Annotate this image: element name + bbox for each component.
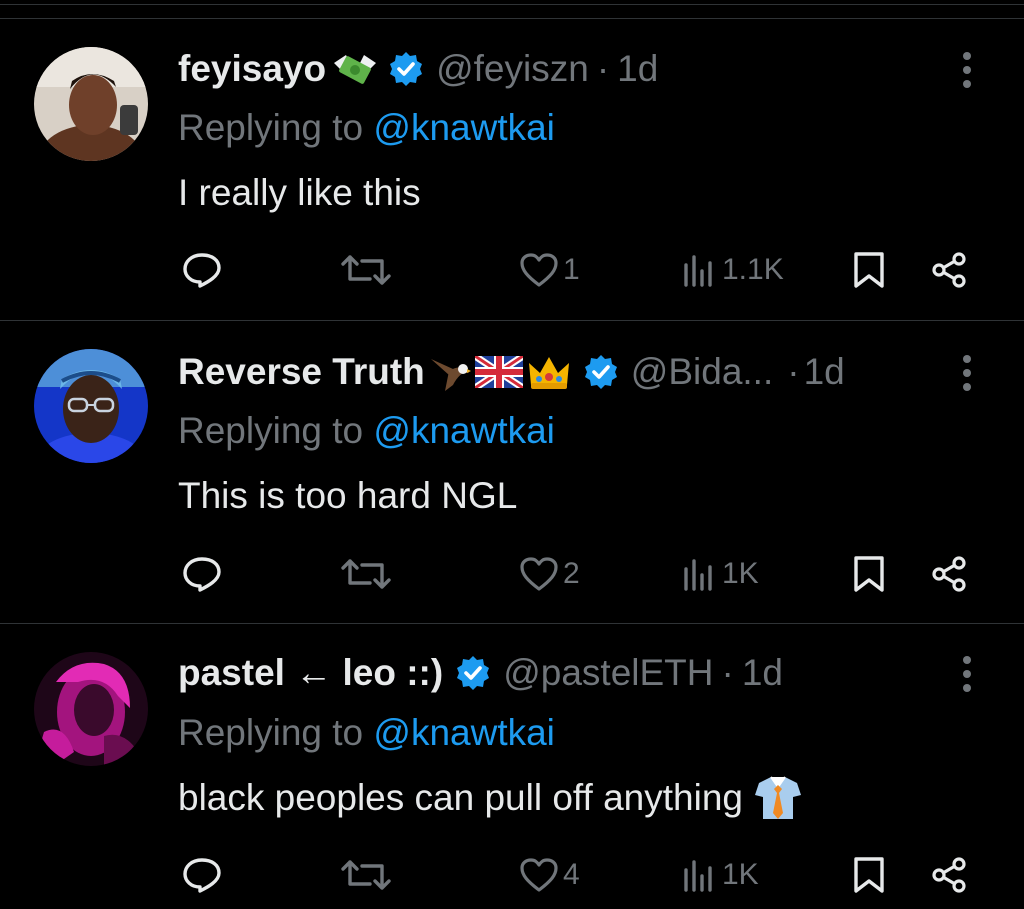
reply-mention-link[interactable]: @knawtkai [373, 107, 555, 148]
reply-tweet-3[interactable]: pastel ← leo ::) @pastelETH · 1d Replyin… [0, 624, 1024, 909]
action-bar: 2 1K [0, 549, 1024, 599]
heart-icon [520, 858, 558, 892]
verified-badge-icon [583, 354, 619, 390]
retweet-button[interactable] [340, 850, 392, 900]
retweet-icon [341, 559, 391, 589]
share-button[interactable] [930, 549, 968, 599]
separator-dot: · [596, 48, 610, 89]
views-icon [684, 559, 712, 591]
avatar[interactable] [34, 652, 148, 766]
reply-tweet-1[interactable]: feyisayo @feyiszn · 1d Replying to @knaw… [0, 0, 1024, 320]
tweet-text: This is too hard NGL [178, 471, 517, 521]
reply-icon [183, 253, 221, 288]
like-button[interactable]: 1 [519, 245, 580, 295]
tweet-header: pastel ← leo ::) @pastelETH · 1d [178, 648, 783, 698]
views-button[interactable]: 1K [682, 549, 759, 599]
tweet-body: This is too hard NGL [178, 475, 518, 516]
share-icon [932, 857, 966, 893]
separator-dot: · [787, 351, 800, 392]
more-options-button[interactable] [952, 353, 982, 393]
reply-icon [183, 858, 221, 893]
timestamp[interactable]: 1d [742, 648, 783, 698]
replying-prefix: Replying to [178, 712, 374, 753]
user-handle[interactable]: @feyiszn [436, 44, 589, 94]
tweet-header: Reverse Truth @Bida... · 1d [178, 347, 845, 397]
views-icon [684, 255, 712, 287]
avatar[interactable] [34, 47, 148, 161]
replying-prefix: Replying to [178, 410, 374, 451]
reply-mention-link[interactable]: @knawtkai [373, 410, 555, 451]
bookmark-icon [854, 252, 884, 288]
replying-to-line: Replying to @knawtkai [178, 708, 555, 758]
share-icon [932, 252, 966, 288]
reply-icon [183, 557, 221, 592]
view-count: 1K [722, 557, 759, 590]
crown-icon [527, 353, 571, 391]
display-name[interactable]: pastel ← leo ::) [178, 648, 443, 698]
share-button[interactable] [930, 245, 968, 295]
more-options-button[interactable] [952, 50, 982, 90]
bookmark-icon [854, 556, 884, 592]
timestamp[interactable]: 1d [617, 44, 658, 94]
views-button[interactable]: 1K [682, 850, 759, 900]
replying-prefix: Replying to [178, 107, 374, 148]
like-count: 1 [563, 253, 580, 286]
verified-badge-icon [455, 655, 491, 691]
like-count: 2 [563, 557, 580, 590]
bookmark-button[interactable] [852, 850, 886, 900]
display-name[interactable]: Reverse Truth [178, 347, 425, 397]
share-icon [932, 556, 966, 592]
user-handle[interactable]: @pastelETH [503, 648, 713, 698]
bookmark-button[interactable] [852, 549, 886, 599]
bookmark-button[interactable] [852, 245, 886, 295]
view-count: 1.1K [722, 253, 784, 286]
more-icon [963, 52, 971, 88]
views-icon [684, 860, 712, 892]
tweet-body: I really like this [178, 172, 421, 213]
eagle-icon [427, 351, 471, 393]
timestamp[interactable]: 1d [804, 347, 845, 397]
more-icon [963, 355, 971, 391]
reply-mention-link[interactable]: @knawtkai [373, 712, 555, 753]
retweet-button[interactable] [340, 245, 392, 295]
view-count: 1K [722, 858, 759, 891]
retweet-icon [341, 860, 391, 890]
tweet-body: black peoples can pull off anything [178, 777, 743, 818]
retweet-button[interactable] [340, 549, 392, 599]
replying-to-line: Replying to @knawtkai [178, 103, 555, 153]
action-bar: 1 1.1K [0, 245, 1024, 295]
more-options-button[interactable] [952, 654, 982, 694]
like-button[interactable]: 2 [519, 549, 580, 599]
money-with-wings-icon [332, 49, 378, 89]
tweet-text: I really like this [178, 168, 421, 218]
like-count: 4 [563, 858, 580, 891]
display-name[interactable]: feyisayo [178, 44, 326, 94]
avatar[interactable] [34, 349, 148, 463]
like-button[interactable]: 4 [519, 850, 580, 900]
tweet-text: black peoples can pull off anything [178, 773, 807, 823]
more-icon [963, 656, 971, 692]
share-button[interactable] [930, 850, 968, 900]
heart-icon [520, 557, 558, 591]
reply-button[interactable] [182, 850, 222, 900]
tweet-header: feyisayo @feyiszn · 1d [178, 44, 658, 94]
shirt-and-tie-icon [753, 775, 803, 821]
uk-flag-icon [474, 356, 523, 388]
retweet-icon [341, 255, 391, 285]
reply-tweet-2[interactable]: Reverse Truth @Bida... · 1d Replying to … [0, 321, 1024, 623]
reply-button[interactable] [182, 245, 222, 295]
views-button[interactable]: 1.1K [682, 245, 784, 295]
replying-to-line: Replying to @knawtkai [178, 406, 555, 456]
heart-icon [520, 253, 558, 287]
separator-dot: · [721, 652, 734, 693]
verified-badge-icon [388, 51, 424, 87]
reply-button[interactable] [182, 549, 222, 599]
action-bar: 4 1K [0, 850, 1024, 900]
user-handle[interactable]: @Bida... [631, 347, 773, 397]
bookmark-icon [854, 857, 884, 893]
